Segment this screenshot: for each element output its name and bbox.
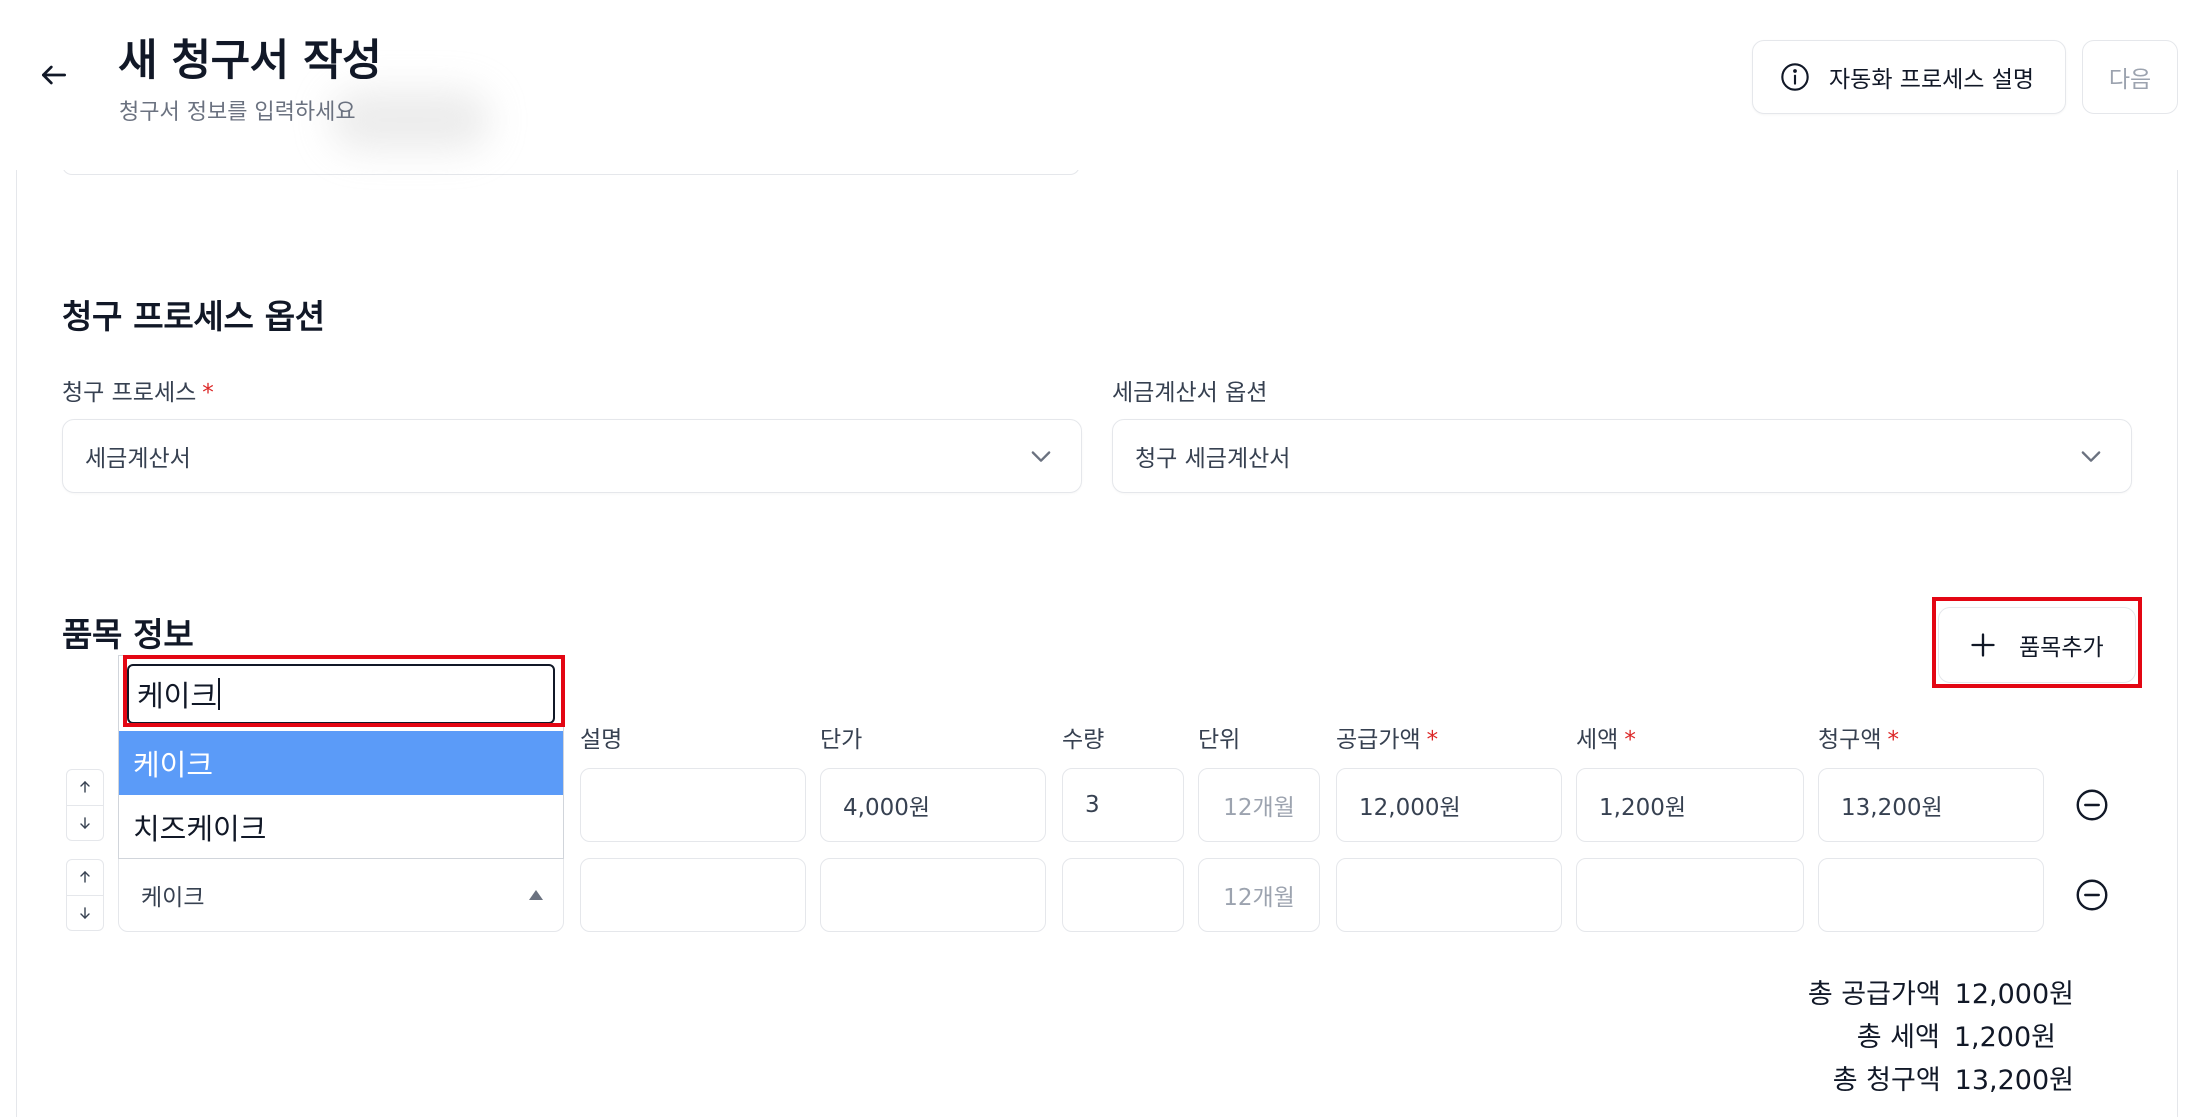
required-mark: * xyxy=(202,380,214,406)
row2-item-value: 케이크 xyxy=(141,885,205,911)
row1-quantity-input[interactable]: 3 xyxy=(1062,768,1184,842)
total-billing-label: 총 청구액 xyxy=(1832,1065,1941,1096)
row2-supply-amount-input[interactable] xyxy=(1336,858,1562,932)
item-option[interactable]: 케이크 xyxy=(119,731,563,795)
add-item-button[interactable]: 품목추가 xyxy=(1938,607,2136,683)
row1-remove-button[interactable] xyxy=(2074,787,2110,823)
total-supply: 총 공급가액 12,000원 xyxy=(1808,972,2074,1011)
info-circle-icon xyxy=(1781,63,1809,91)
row1-unit-input[interactable]: 12개월 xyxy=(1198,768,1320,842)
row1-supply-amount-input[interactable]: 12,000원 xyxy=(1336,768,1562,842)
tax-invoice-option-select[interactable]: 청구 세금계산서 xyxy=(1112,419,2132,493)
row1-tax-input[interactable]: 1,200원 xyxy=(1576,768,1804,842)
tax-invoice-option-label: 세금계산서 옵션 xyxy=(1112,380,1268,406)
row2-unit-price-input[interactable] xyxy=(820,858,1046,932)
billing-process-select[interactable]: 세금계산서 xyxy=(62,419,1082,493)
arrow-down-icon xyxy=(80,907,90,919)
items-section-title: 품목 정보 xyxy=(62,615,194,654)
required-mark: * xyxy=(1624,727,1636,753)
row1-description-input[interactable] xyxy=(580,768,806,842)
process-help-button[interactable]: 자동화 프로세스 설명 xyxy=(1752,40,2066,114)
col-header-unit: 단위 xyxy=(1198,727,1241,753)
required-mark: * xyxy=(1426,727,1439,753)
col-header-unit-price: 단가 xyxy=(820,727,863,753)
minus-circle-icon xyxy=(2076,789,2108,821)
row2-remove-button[interactable] xyxy=(2074,877,2110,913)
row2-unit-input[interactable]: 12개월 xyxy=(1198,858,1320,932)
row1-unit-price-input[interactable]: 4,000원 xyxy=(820,768,1046,842)
arrow-down-icon xyxy=(80,817,90,829)
total-billing: 총 청구액 13,200원 xyxy=(1833,1058,2074,1097)
move-down-button[interactable] xyxy=(67,894,103,931)
col-header-supply-amount: 공급가액 * xyxy=(1336,727,1439,753)
col-header-tax: 세액 * xyxy=(1576,727,1636,753)
total-tax-label: 총 세액 xyxy=(1856,1022,1940,1053)
total-tax: 총 세액 1,200원 xyxy=(1857,1015,2056,1054)
arrow-up-icon xyxy=(80,781,90,793)
row-reorder-control xyxy=(66,859,104,931)
plus-icon xyxy=(1971,633,1995,657)
col-header-description: 설명 xyxy=(580,727,623,753)
billing-options-title: 청구 프로세스 옵션 xyxy=(62,297,325,336)
add-item-label: 품목추가 xyxy=(2019,635,2104,661)
row-reorder-control xyxy=(66,769,104,841)
page-header: 새 청구서 작성 청구서 정보를 입력하세요 자동화 프로세스 설명 다음 xyxy=(0,0,2194,170)
required-mark: * xyxy=(1887,727,1899,753)
row1-billing-amount-input[interactable]: 13,200원 xyxy=(1818,768,2044,842)
page-title: 새 청구서 작성 xyxy=(118,36,382,86)
chevron-down-icon xyxy=(2081,451,2101,462)
billing-process-value: 세금계산서 xyxy=(85,446,191,472)
arrow-left-icon xyxy=(42,65,66,84)
total-supply-label: 총 공급가액 xyxy=(1807,979,1941,1010)
total-billing-value: 13,200원 xyxy=(1954,1065,2074,1096)
row2-billing-amount-input[interactable] xyxy=(1818,858,2044,932)
triangle-up-icon xyxy=(529,890,543,900)
row2-quantity-input[interactable] xyxy=(1062,858,1184,932)
arrow-up-icon xyxy=(80,871,90,883)
item-search-input[interactable]: 케이크 xyxy=(127,664,555,724)
col-header-billing-amount: 청구액 * xyxy=(1818,727,1899,753)
row2-item-select[interactable]: 케이크 xyxy=(118,858,564,932)
minus-circle-icon xyxy=(2076,879,2108,911)
total-tax-value: 1,200원 xyxy=(1953,1022,2056,1053)
move-up-button[interactable] xyxy=(67,770,103,805)
chevron-down-icon xyxy=(1031,451,1051,462)
tax-invoice-option-value: 청구 세금계산서 xyxy=(1135,446,1291,472)
total-supply-value: 12,000원 xyxy=(1954,979,2074,1010)
process-help-label: 자동화 프로세스 설명 xyxy=(1829,67,2035,93)
billing-process-label: 청구 프로세스 * xyxy=(62,380,214,406)
page-subtitle: 청구서 정보를 입력하세요 xyxy=(119,100,356,125)
row2-tax-input[interactable] xyxy=(1576,858,1804,932)
back-button[interactable] xyxy=(34,56,74,96)
col-header-quantity: 수량 xyxy=(1062,727,1105,753)
row2-description-input[interactable] xyxy=(580,858,806,932)
move-up-button[interactable] xyxy=(67,860,103,895)
item-dropdown: 케이크 케이크 치즈케이크 xyxy=(118,655,564,859)
text-caret xyxy=(218,678,221,710)
next-button[interactable]: 다음 xyxy=(2082,40,2178,114)
item-option[interactable]: 치즈케이크 xyxy=(119,795,563,859)
move-down-button[interactable] xyxy=(67,804,103,841)
